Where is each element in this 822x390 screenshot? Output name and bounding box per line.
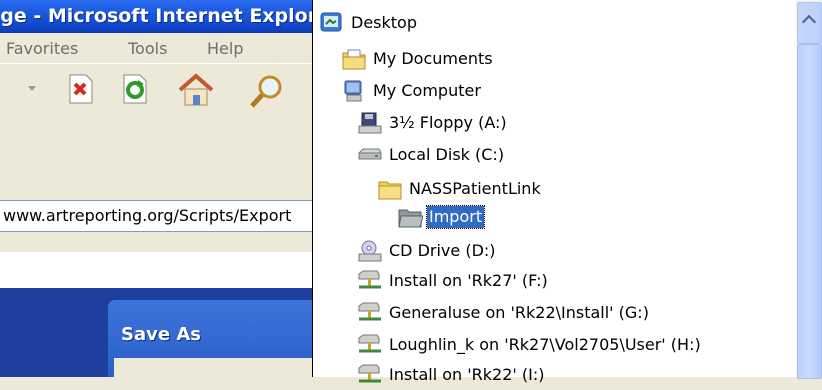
search-icon xyxy=(250,75,282,108)
browser-toolbar xyxy=(0,63,320,116)
network-drive-icon xyxy=(358,364,381,383)
cd-drive-icon xyxy=(358,240,382,262)
list-item-label: CD Drive (D:) xyxy=(389,241,496,260)
desktop-icon xyxy=(320,12,342,32)
list-item-label: 3½ Floppy (A:) xyxy=(389,113,507,132)
address-bar-area: www.artreporting.org/Scripts/Export xyxy=(0,116,320,232)
floppy-drive-icon xyxy=(358,112,382,134)
scroll-up-button[interactable] xyxy=(797,2,822,44)
stop-icon xyxy=(69,74,93,104)
dialog-body xyxy=(114,358,320,377)
list-item-label: My Documents xyxy=(373,49,493,68)
browser-menu-bar: Favorites Tools Help xyxy=(0,33,320,63)
list-item-label: Local Disk (C:) xyxy=(389,145,505,164)
refresh-icon xyxy=(123,74,147,104)
list-item-label: NASSPatientLink xyxy=(409,179,541,198)
folder-icon xyxy=(378,181,402,200)
dialog-title: Save As xyxy=(121,324,201,345)
scroll-thumb[interactable] xyxy=(797,44,822,379)
my-documents-icon xyxy=(342,49,366,70)
home-button[interactable] xyxy=(176,72,214,106)
save-in-dropdown-list[interactable]: Desktop My Documents My Computer 3½ Flop… xyxy=(312,0,822,384)
refresh-button[interactable] xyxy=(118,72,152,106)
address-field[interactable]: www.artreporting.org/Scripts/Export xyxy=(0,200,320,232)
list-item-label: Install on 'Rk22' (I:) xyxy=(389,365,545,384)
list-item-label: Import xyxy=(425,205,486,229)
list-item-label: My Computer xyxy=(373,81,481,100)
back-dropdown-icon[interactable] xyxy=(28,86,36,91)
network-drive-icon xyxy=(358,334,381,353)
browser-title-bar: Page - Microsoft Internet Explorer xyxy=(0,0,320,33)
menu-tools[interactable]: Tools xyxy=(128,39,167,58)
network-drive-icon xyxy=(358,270,381,289)
stop-button[interactable] xyxy=(64,72,98,106)
menu-favorites[interactable]: Favorites xyxy=(6,39,78,58)
hard-disk-icon xyxy=(358,148,382,160)
address-text: www.artreporting.org/Scripts/Export xyxy=(3,206,292,225)
menu-help[interactable]: Help xyxy=(207,39,243,58)
list-scrollbar[interactable] xyxy=(796,0,822,379)
browser-title: Page - Microsoft Internet Explorer xyxy=(0,5,320,27)
open-folder-icon xyxy=(398,209,423,228)
list-item-label: Desktop xyxy=(351,13,417,32)
network-drive-icon xyxy=(358,302,381,321)
list-item-label: Generaluse on 'Rk22\Install' (G:) xyxy=(389,303,649,322)
list-item-label: Loughlin_k on 'Rk27\Vol2705\User' (H:) xyxy=(389,335,701,354)
page-content xyxy=(0,252,320,288)
search-button[interactable] xyxy=(248,72,282,108)
home-icon xyxy=(178,73,214,106)
list-item-label: Install on 'Rk27' (F:) xyxy=(389,271,548,290)
my-computer-icon xyxy=(344,80,362,102)
